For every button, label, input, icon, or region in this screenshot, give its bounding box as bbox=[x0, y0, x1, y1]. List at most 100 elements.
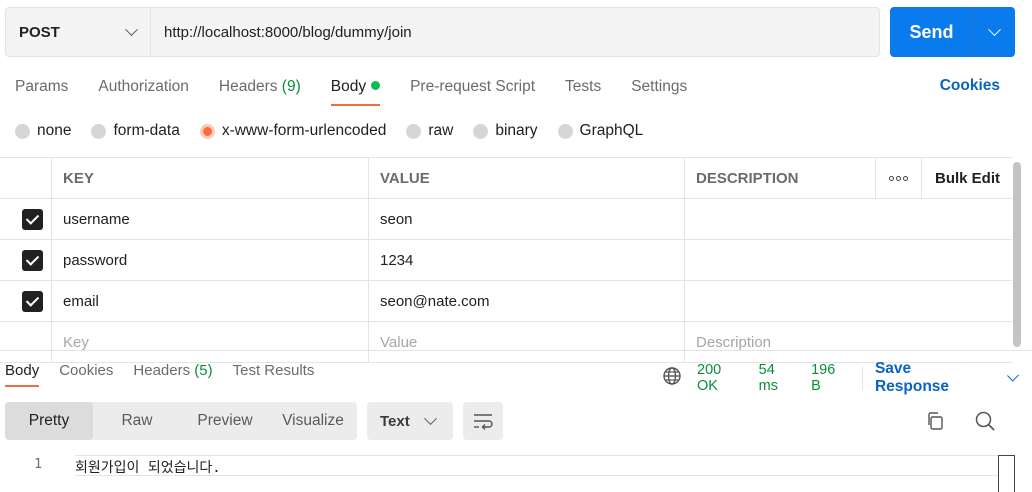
copy-icon bbox=[928, 412, 943, 430]
tab-params[interactable]: Params bbox=[15, 70, 68, 106]
table-header-row: KEY VALUE DESCRIPTION Bulk Edit bbox=[0, 158, 1012, 199]
row-checkbox[interactable] bbox=[22, 290, 43, 312]
description-cell[interactable] bbox=[684, 199, 1012, 239]
tab-label: Settings bbox=[631, 78, 688, 95]
key-placeholder-input[interactable]: Key bbox=[51, 322, 368, 362]
radio-none[interactable]: none bbox=[15, 122, 71, 140]
row-checkbox-cell bbox=[0, 199, 51, 239]
request-tabs: Params Authorization Headers (9) Body Pr… bbox=[15, 70, 717, 106]
radio-x-www-form-urlencoded[interactable]: x-www-form-urlencoded bbox=[199, 122, 386, 140]
value-cell[interactable]: seon@nate.com bbox=[368, 281, 684, 321]
bulk-edit-button[interactable]: Bulk Edit bbox=[921, 158, 1012, 198]
line-number: 1 bbox=[34, 456, 43, 472]
response-size[interactable]: 196 B bbox=[811, 362, 847, 394]
chevron-down-icon bbox=[424, 411, 437, 425]
response-time[interactable]: 54 ms bbox=[759, 362, 796, 394]
tab-label: Tests bbox=[565, 78, 602, 95]
row-checkbox[interactable] bbox=[22, 249, 43, 271]
save-response-button[interactable]: Save Response bbox=[875, 360, 1032, 396]
response-tabs: Body Cookies Headers (5) Test Results bbox=[5, 357, 334, 387]
tab-count: (9) bbox=[281, 78, 301, 95]
description-placeholder-input[interactable]: Description bbox=[684, 322, 1012, 362]
radio-label: GraphQL bbox=[579, 122, 644, 139]
method-select[interactable]: POST bbox=[6, 8, 151, 56]
tab-pre-request-script[interactable]: Pre-request Script bbox=[410, 70, 535, 106]
tab-count: (5) bbox=[194, 362, 213, 379]
tab-label: Pre-request Script bbox=[410, 78, 536, 95]
response-body-line[interactable]: 회원가입이 되었습니다. bbox=[75, 455, 1015, 476]
tab-label: Authorization bbox=[98, 78, 189, 95]
url-input[interactable]: http://localhost:8000/blog/dummy/join bbox=[151, 24, 412, 41]
separator bbox=[862, 366, 863, 390]
tab-authorization[interactable]: Authorization bbox=[98, 70, 188, 106]
tab-label: Body bbox=[5, 362, 40, 379]
tab-settings[interactable]: Settings bbox=[631, 70, 687, 106]
view-mode-preview[interactable]: Preview bbox=[181, 402, 269, 440]
description-cell[interactable] bbox=[684, 240, 1012, 280]
radio-graphql[interactable]: GraphQL bbox=[557, 122, 644, 140]
table-row: password 1234 bbox=[0, 240, 1012, 281]
radio-dot[interactable] bbox=[406, 123, 422, 139]
more-options-button[interactable] bbox=[875, 158, 921, 198]
tab-label: Params bbox=[15, 78, 69, 95]
format-label: Text bbox=[380, 412, 410, 430]
table-row: email seon@nate.com bbox=[0, 281, 1012, 322]
status-code[interactable]: 200 OK bbox=[697, 362, 744, 394]
description-cell[interactable] bbox=[684, 281, 1012, 321]
radio-label: binary bbox=[495, 122, 538, 139]
chevron-down-icon bbox=[988, 22, 1001, 36]
value-cell[interactable]: 1234 bbox=[368, 240, 684, 280]
radio-dot[interactable] bbox=[15, 123, 30, 139]
radio-dot-selected[interactable] bbox=[199, 123, 215, 139]
tab-label: Headers bbox=[218, 78, 278, 95]
method-label: POST bbox=[19, 23, 60, 41]
send-button[interactable]: Send bbox=[890, 7, 974, 57]
view-mode-raw[interactable]: Raw bbox=[93, 402, 181, 440]
send-options-dropdown[interactable] bbox=[974, 7, 1015, 57]
chevron-down-icon bbox=[1006, 369, 1019, 382]
key-cell[interactable]: password bbox=[51, 240, 368, 280]
radio-label: none bbox=[37, 122, 72, 139]
row-checkbox-cell bbox=[0, 281, 51, 321]
editor-scroll-thumb[interactable] bbox=[998, 455, 1015, 492]
more-icon bbox=[889, 175, 908, 181]
copy-button[interactable] bbox=[922, 408, 948, 434]
row-checkbox[interactable] bbox=[22, 208, 43, 230]
radio-label: raw bbox=[428, 122, 454, 139]
row-checkbox-cell bbox=[0, 240, 51, 280]
format-select[interactable]: Text bbox=[367, 402, 453, 440]
view-mode-pretty[interactable]: Pretty bbox=[5, 402, 93, 440]
tab-tests[interactable]: Tests bbox=[565, 70, 601, 106]
tab-body[interactable]: Body bbox=[330, 70, 381, 106]
key-cell[interactable]: email bbox=[51, 281, 368, 321]
column-header-value: VALUE bbox=[368, 158, 684, 198]
table-scrollbar[interactable] bbox=[1013, 162, 1021, 347]
cookies-link[interactable]: Cookies bbox=[940, 77, 1000, 95]
radio-binary[interactable]: binary bbox=[473, 122, 538, 140]
globe-icon[interactable] bbox=[662, 366, 682, 390]
column-header-key: KEY bbox=[51, 158, 368, 198]
radio-dot[interactable] bbox=[557, 123, 573, 139]
response-tab-test-results[interactable]: Test Results bbox=[233, 357, 315, 387]
radio-dot[interactable] bbox=[473, 123, 489, 139]
search-button[interactable] bbox=[972, 408, 998, 434]
tab-label: Headers bbox=[133, 362, 191, 379]
tab-headers[interactable]: Headers (9) bbox=[219, 70, 301, 106]
header-check-cell bbox=[0, 158, 51, 198]
response-divider[interactable] bbox=[0, 350, 1032, 351]
request-bar: POST http://localhost:8000/blog/dummy/jo… bbox=[5, 7, 880, 57]
radio-label: form-data bbox=[113, 122, 180, 139]
value-placeholder-input[interactable]: Value bbox=[368, 322, 684, 362]
response-tab-headers[interactable]: Headers (5) bbox=[133, 357, 212, 387]
view-mode-visualize[interactable]: Visualize bbox=[269, 402, 357, 440]
radio-raw[interactable]: raw bbox=[406, 122, 453, 140]
radio-dot[interactable] bbox=[91, 123, 107, 139]
view-mode-segmented: Pretty Raw Preview Visualize bbox=[5, 402, 357, 440]
response-tab-body[interactable]: Body bbox=[5, 357, 40, 387]
wrap-lines-button[interactable] bbox=[463, 402, 503, 440]
radio-form-data[interactable]: form-data bbox=[91, 122, 180, 140]
response-tab-cookies[interactable]: Cookies bbox=[59, 357, 113, 387]
value-cell[interactable]: seon bbox=[368, 199, 684, 239]
key-cell[interactable]: username bbox=[51, 199, 368, 239]
tab-label: Body bbox=[330, 78, 367, 95]
